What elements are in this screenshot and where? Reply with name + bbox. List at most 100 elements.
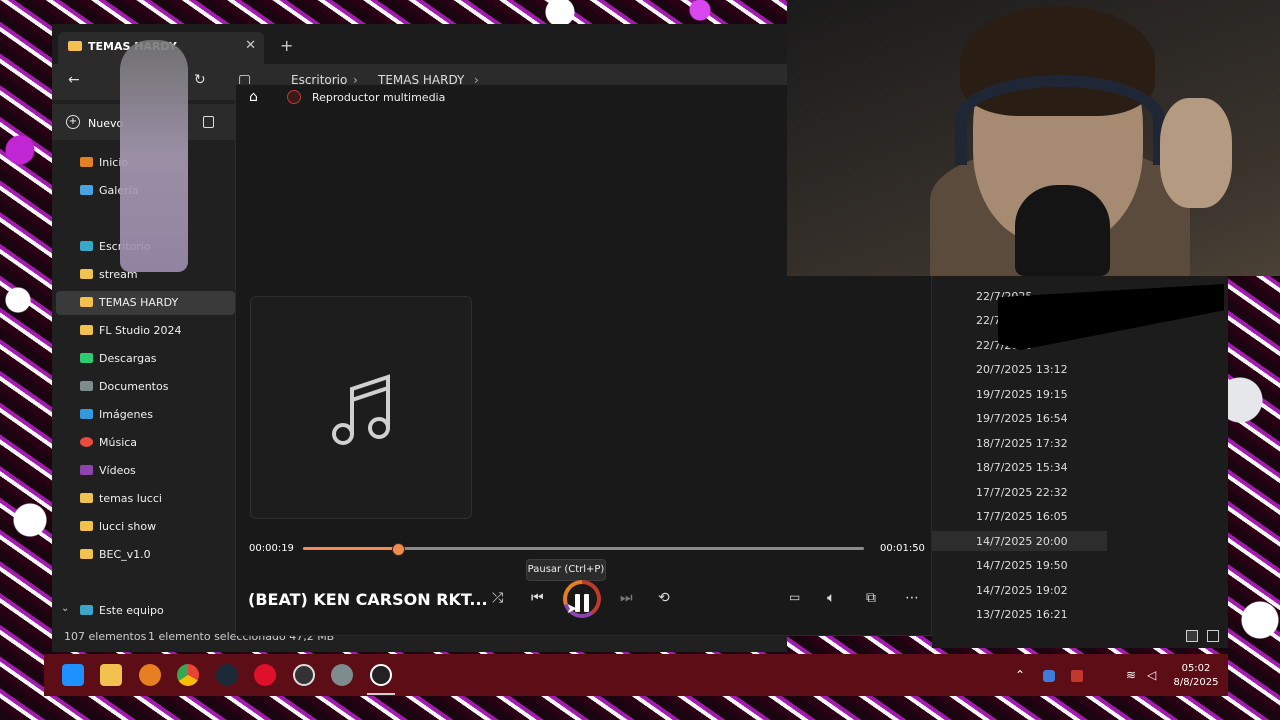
details-view-icon[interactable] [1186, 630, 1198, 642]
seek-bar-progress [303, 547, 399, 550]
total-duration: 00:01:50 [880, 543, 925, 554]
sidebar-item-descargas[interactable]: Descargas [80, 348, 230, 370]
sidebar-item-label: lucci show [99, 520, 157, 533]
music-icon [80, 437, 93, 447]
next-track-icon[interactable]: ⏭ [620, 590, 633, 606]
desktop-icon [80, 241, 93, 251]
document-icon [80, 381, 93, 391]
sidebar-item-temas-lucci[interactable]: temas lucci [80, 488, 230, 510]
file-date[interactable]: 14/7/2025 20:00 [976, 535, 1068, 548]
volume-tray-icon[interactable]: ◁ [1147, 668, 1156, 682]
windows-start-icon[interactable] [62, 664, 84, 686]
brave-browser-icon[interactable] [139, 664, 161, 686]
sidebar-item-label: TEMAS HARDY [99, 296, 179, 309]
refresh-icon[interactable]: ↻ [194, 72, 206, 88]
gallery-icon [80, 185, 93, 195]
file-date[interactable]: 17/7/2025 22:32 [976, 486, 1068, 499]
image-icon [80, 409, 93, 419]
file-date[interactable]: 13/7/2025 16:21 [976, 608, 1068, 621]
sidebar-item-label: Documentos [99, 380, 169, 393]
taskbar-time[interactable]: 05:02 [1172, 663, 1220, 674]
file-date[interactable]: 20/7/2025 13:12 [976, 363, 1068, 376]
taskbar-date[interactable]: 8/8/2025 [1172, 677, 1220, 688]
new-button[interactable]: Nuevo [88, 117, 123, 130]
active-app-indicator [367, 693, 395, 695]
obs-icon[interactable] [293, 664, 315, 686]
sidebar-item-label: FL Studio 2024 [99, 324, 182, 337]
sidebar-item-musica[interactable]: Música [80, 432, 230, 454]
more-options-icon[interactable]: ⋯ [905, 590, 919, 606]
media-player-app-icon [287, 90, 301, 104]
computer-icon [80, 605, 93, 615]
video-icon [80, 465, 93, 475]
sidebar-item-fl-studio[interactable]: FL Studio 2024 [80, 320, 230, 342]
tooltip: Pausar (Ctrl+P) [526, 559, 606, 581]
file-date[interactable]: 14/7/2025 19:50 [976, 559, 1068, 572]
wifi-icon[interactable]: ≋ [1126, 668, 1136, 682]
chrome-icon[interactable] [177, 664, 199, 686]
file-date[interactable]: 17/7/2025 16:05 [976, 510, 1068, 523]
home-icon[interactable]: ⌂ [249, 89, 258, 105]
sidebar-item-label: BEC_v1.0 [99, 548, 151, 561]
player-app-title: Reproductor multimedia [312, 91, 446, 104]
sidebar-item-label: temas lucci [99, 492, 162, 505]
folder-icon [80, 493, 93, 503]
sidebar-item-label: Música [99, 436, 138, 449]
download-icon [80, 353, 93, 363]
mini-player-icon[interactable]: ⧉ [866, 590, 876, 606]
folder-icon [80, 549, 93, 559]
sidebar-item-este-equipo[interactable]: Este equipo [80, 600, 230, 622]
media-player-taskbar-icon[interactable] [370, 664, 392, 686]
copy-icon[interactable] [203, 116, 214, 128]
file-date[interactable]: 18/7/2025 15:34 [976, 461, 1068, 474]
sidebar-item-label: Este equipo [99, 604, 164, 617]
file-date[interactable]: 19/7/2025 19:15 [976, 388, 1068, 401]
previous-track-icon[interactable]: ⏮ [531, 590, 544, 606]
file-date[interactable]: 14/7/2025 19:02 [976, 584, 1068, 597]
plus-circle-icon: + [66, 115, 80, 129]
elapsed-time: 00:00:19 [249, 543, 294, 554]
subtitles-icon[interactable]: ▭ [789, 590, 800, 604]
sidebar-item-bec[interactable]: BEC_v1.0 [80, 544, 230, 566]
sidebar-item-imagenes[interactable]: Imágenes [80, 404, 230, 426]
headphones-image [955, 75, 1165, 165]
close-tab-icon[interactable]: ✕ [245, 38, 256, 53]
sidebar-item-label: Imágenes [99, 408, 153, 421]
sidebar-item-temas-hardy[interactable]: TEMAS HARDY [80, 292, 230, 314]
back-arrow-icon[interactable]: ← [68, 72, 80, 88]
shuffle-icon[interactable]: ⤮ [492, 590, 503, 606]
sidebar-item-documentos[interactable]: Documentos [80, 376, 230, 398]
item-count: 107 elementos [64, 630, 147, 643]
settings-gear-icon[interactable] [331, 664, 353, 686]
app-tray-icon[interactable] [1071, 670, 1083, 682]
song-title: (BEAT) KEN CARSON RKT... [248, 590, 488, 609]
sidebar-item-videos[interactable]: Vídeos [80, 460, 230, 482]
chevron-up-icon[interactable]: ⌃ [1015, 668, 1025, 682]
media-app-icon[interactable] [254, 664, 276, 686]
file-date[interactable]: 19/7/2025 16:54 [976, 412, 1068, 425]
folder-icon [80, 269, 93, 279]
file-explorer-icon[interactable] [100, 664, 122, 686]
defender-icon[interactable] [1043, 670, 1055, 682]
microphone-image [1015, 185, 1110, 276]
repeat-icon[interactable]: ⟲ [658, 590, 670, 606]
mouse-cursor-icon: ➤ [566, 601, 578, 617]
steam-icon[interactable] [216, 664, 238, 686]
overlay-figure [120, 40, 188, 272]
file-date[interactable]: 18/7/2025 17:32 [976, 437, 1068, 450]
folder-icon [80, 325, 93, 335]
chevron-down-icon[interactable]: ⌄ [61, 603, 69, 614]
home-icon [80, 157, 93, 167]
volume-icon[interactable]: 🔈︎ [827, 590, 835, 606]
pause-icon [584, 594, 589, 612]
sidebar-item-label: Vídeos [99, 464, 136, 477]
folder-icon [80, 521, 93, 531]
folder-icon [80, 297, 93, 307]
folder-icon [68, 41, 82, 51]
sidebar-item-label: Descargas [99, 352, 157, 365]
sidebar-item-lucci-show[interactable]: lucci show [80, 516, 230, 538]
webcam-person-hand [1160, 98, 1232, 208]
new-tab-button[interactable]: + [280, 36, 293, 55]
music-note-icon [332, 374, 390, 445]
tiles-view-icon[interactable] [1207, 630, 1219, 642]
